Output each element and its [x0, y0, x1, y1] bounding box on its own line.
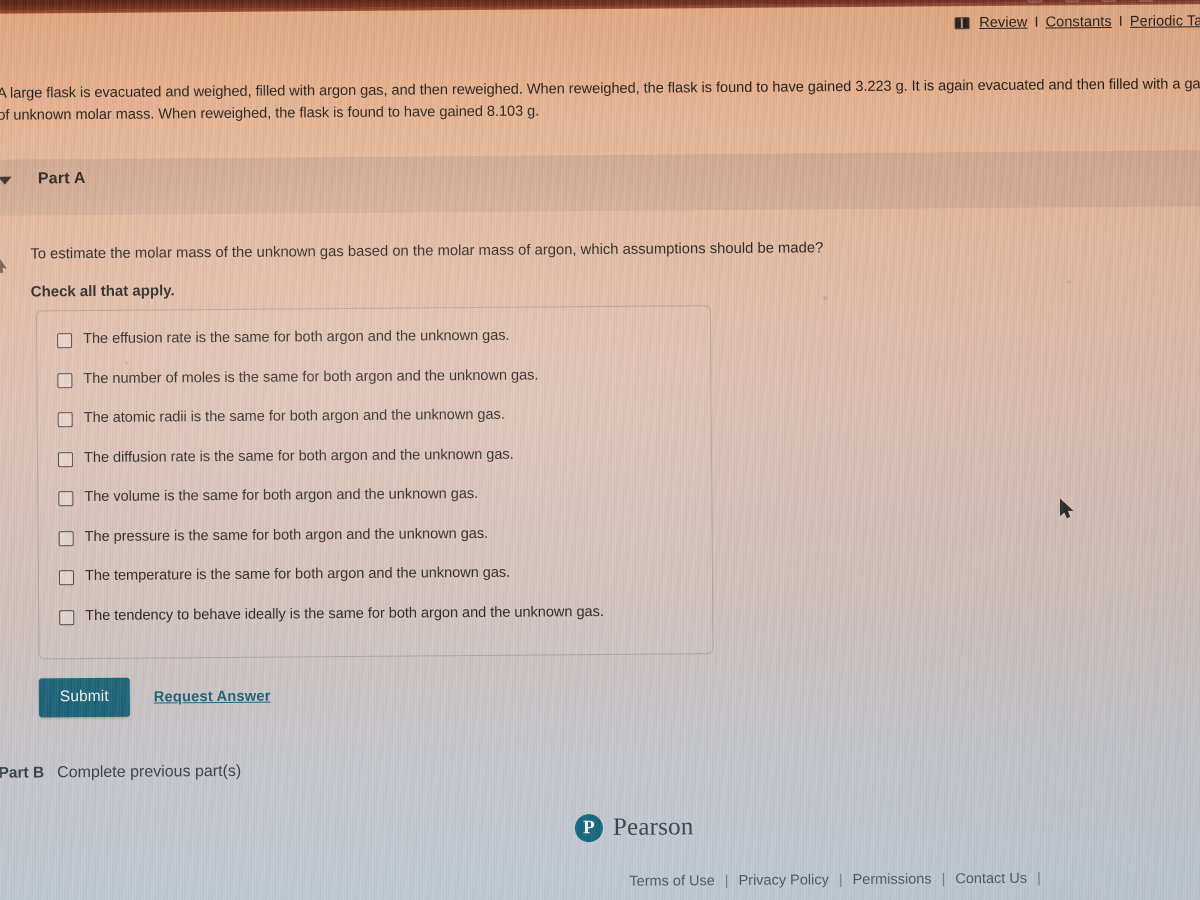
option-checkbox[interactable]	[58, 530, 74, 546]
constants-link[interactable]: Constants	[1045, 14, 1111, 31]
option-label: The number of moles is the same for both…	[83, 366, 539, 387]
option-label: The temperature is the same for both arg…	[84, 564, 511, 585]
part-b-title: Part B	[0, 764, 45, 782]
utility-separator: I	[1034, 14, 1039, 31]
option-row[interactable]: The number of moles is the same for both…	[37, 366, 710, 411]
option-row[interactable]: The effusion rate is the same for both a…	[37, 326, 710, 371]
utility-separator: I	[1118, 13, 1123, 30]
screen-dust-speck	[1066, 280, 1071, 284]
option-checkbox[interactable]	[58, 570, 75, 586]
footer-separator: |	[724, 873, 729, 890]
option-label: The pressure is the same for both argon …	[84, 525, 489, 545]
review-link[interactable]: Review	[979, 15, 1027, 31]
part-a-title: Part A	[37, 170, 86, 188]
submit-button[interactable]: Submit	[38, 677, 130, 718]
book-icon	[954, 17, 970, 30]
footer-link[interactable]: Terms of Use	[629, 873, 715, 890]
part-a-header[interactable]: Part A	[0, 170, 86, 189]
option-checkbox[interactable]	[57, 333, 73, 349]
problem-statement: A large flask is evacuated and weighed, …	[0, 76, 1200, 124]
footer-link[interactable]: Permissions	[853, 871, 932, 888]
option-row[interactable]: The pressure is the same for both argon …	[39, 524, 712, 569]
part-b-header[interactable]: Part B Complete previous part(s)	[0, 763, 241, 783]
option-checkbox[interactable]	[57, 412, 73, 428]
photographed-screen: Review I Constants I Periodic Tab A larg…	[0, 0, 1200, 900]
submit-row: Submit Request Answer	[38, 677, 271, 718]
option-checkbox[interactable]	[58, 491, 74, 507]
footer-separator: |	[838, 872, 843, 889]
footer-separator: |	[941, 871, 946, 888]
part-a-header-band	[0, 150, 1200, 216]
option-checkbox[interactable]	[59, 609, 75, 625]
footer-link[interactable]: Contact Us	[955, 871, 1027, 888]
option-label: The diffusion rate is the same for both …	[83, 446, 514, 466]
pearson-p-icon	[574, 814, 604, 843]
question-prompt: To estimate the molar mass of the unknow…	[30, 236, 980, 304]
option-label: The effusion rate is the same for both a…	[83, 327, 510, 348]
prompt-text: To estimate the molar mass of the unknow…	[30, 240, 824, 263]
footer-link[interactable]: Privacy Policy	[738, 872, 828, 889]
caret-down-icon[interactable]	[0, 176, 12, 185]
option-row[interactable]: The tendency to behave ideally is the sa…	[39, 603, 712, 648]
option-row[interactable]: The diffusion rate is the same for both …	[38, 445, 711, 490]
option-checkbox[interactable]	[57, 451, 74, 467]
option-row[interactable]: The volume is the same for both argon an…	[38, 484, 711, 529]
pearson-wordmark: Pearson	[612, 813, 694, 841]
option-label: The atomic radii is the same for both ar…	[83, 406, 505, 427]
option-row[interactable]: The atomic radii is the same for both ar…	[38, 405, 711, 450]
periodic-table-link[interactable]: Periodic Tab	[1130, 13, 1200, 30]
answer-options-panel: The effusion rate is the same for both a…	[35, 305, 714, 660]
option-checkbox[interactable]	[57, 372, 73, 388]
option-row[interactable]: The temperature is the same for both arg…	[39, 563, 712, 608]
footer-separator: |	[1036, 870, 1041, 887]
prompt-instruction: Check all that apply.	[30, 282, 175, 301]
footer-links: Terms of Use | Privacy Policy | Permissions |…	[629, 871, 1041, 890]
option-label: The tendency to behave ideally is the sa…	[85, 603, 604, 624]
request-answer-link[interactable]: Request Answer	[154, 688, 271, 705]
pearson-logo: Pearson	[574, 813, 694, 843]
part-b-status: Complete previous part(s)	[57, 762, 242, 782]
option-label: The volume is the same for both argon an…	[84, 485, 479, 506]
